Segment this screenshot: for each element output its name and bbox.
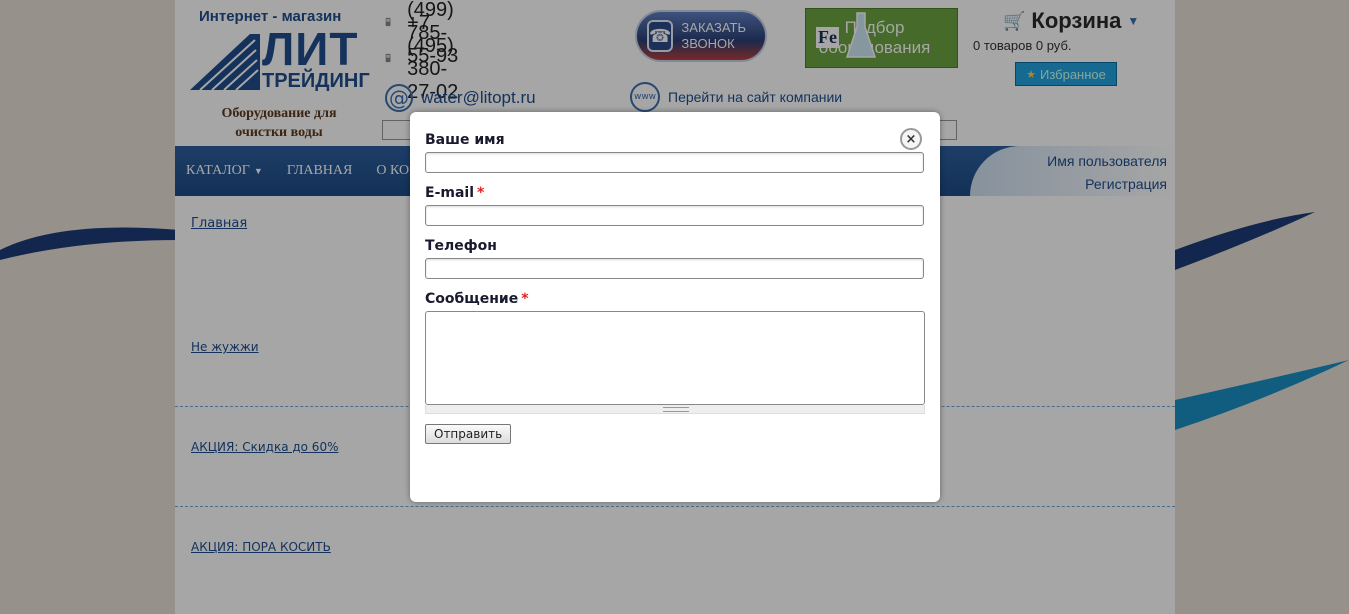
required-mark: * xyxy=(477,185,485,201)
phone-field[interactable] xyxy=(425,258,924,279)
message-textarea[interactable] xyxy=(425,311,925,405)
close-icon[interactable]: × xyxy=(900,128,922,150)
email-label: E-mail * xyxy=(425,185,925,205)
name-label-text: Ваше имя xyxy=(425,132,505,148)
required-mark: * xyxy=(521,291,529,307)
name-label: Ваше имя xyxy=(425,132,925,152)
feedback-modal: × Ваше имя E-mail * Телефон Сообщение * От… xyxy=(410,112,940,502)
submit-button[interactable]: Отправить xyxy=(425,424,512,444)
email-field[interactable] xyxy=(425,205,924,226)
message-label: Сообщение * xyxy=(425,291,925,311)
name-field[interactable] xyxy=(425,152,924,173)
email-label-text: E-mail xyxy=(425,185,475,201)
textarea-resize-grip[interactable] xyxy=(425,405,925,414)
message-label-text: Сообщение xyxy=(425,291,519,307)
phone-label: Телефон xyxy=(425,238,925,258)
phone-label-text: Телефон xyxy=(425,238,497,254)
